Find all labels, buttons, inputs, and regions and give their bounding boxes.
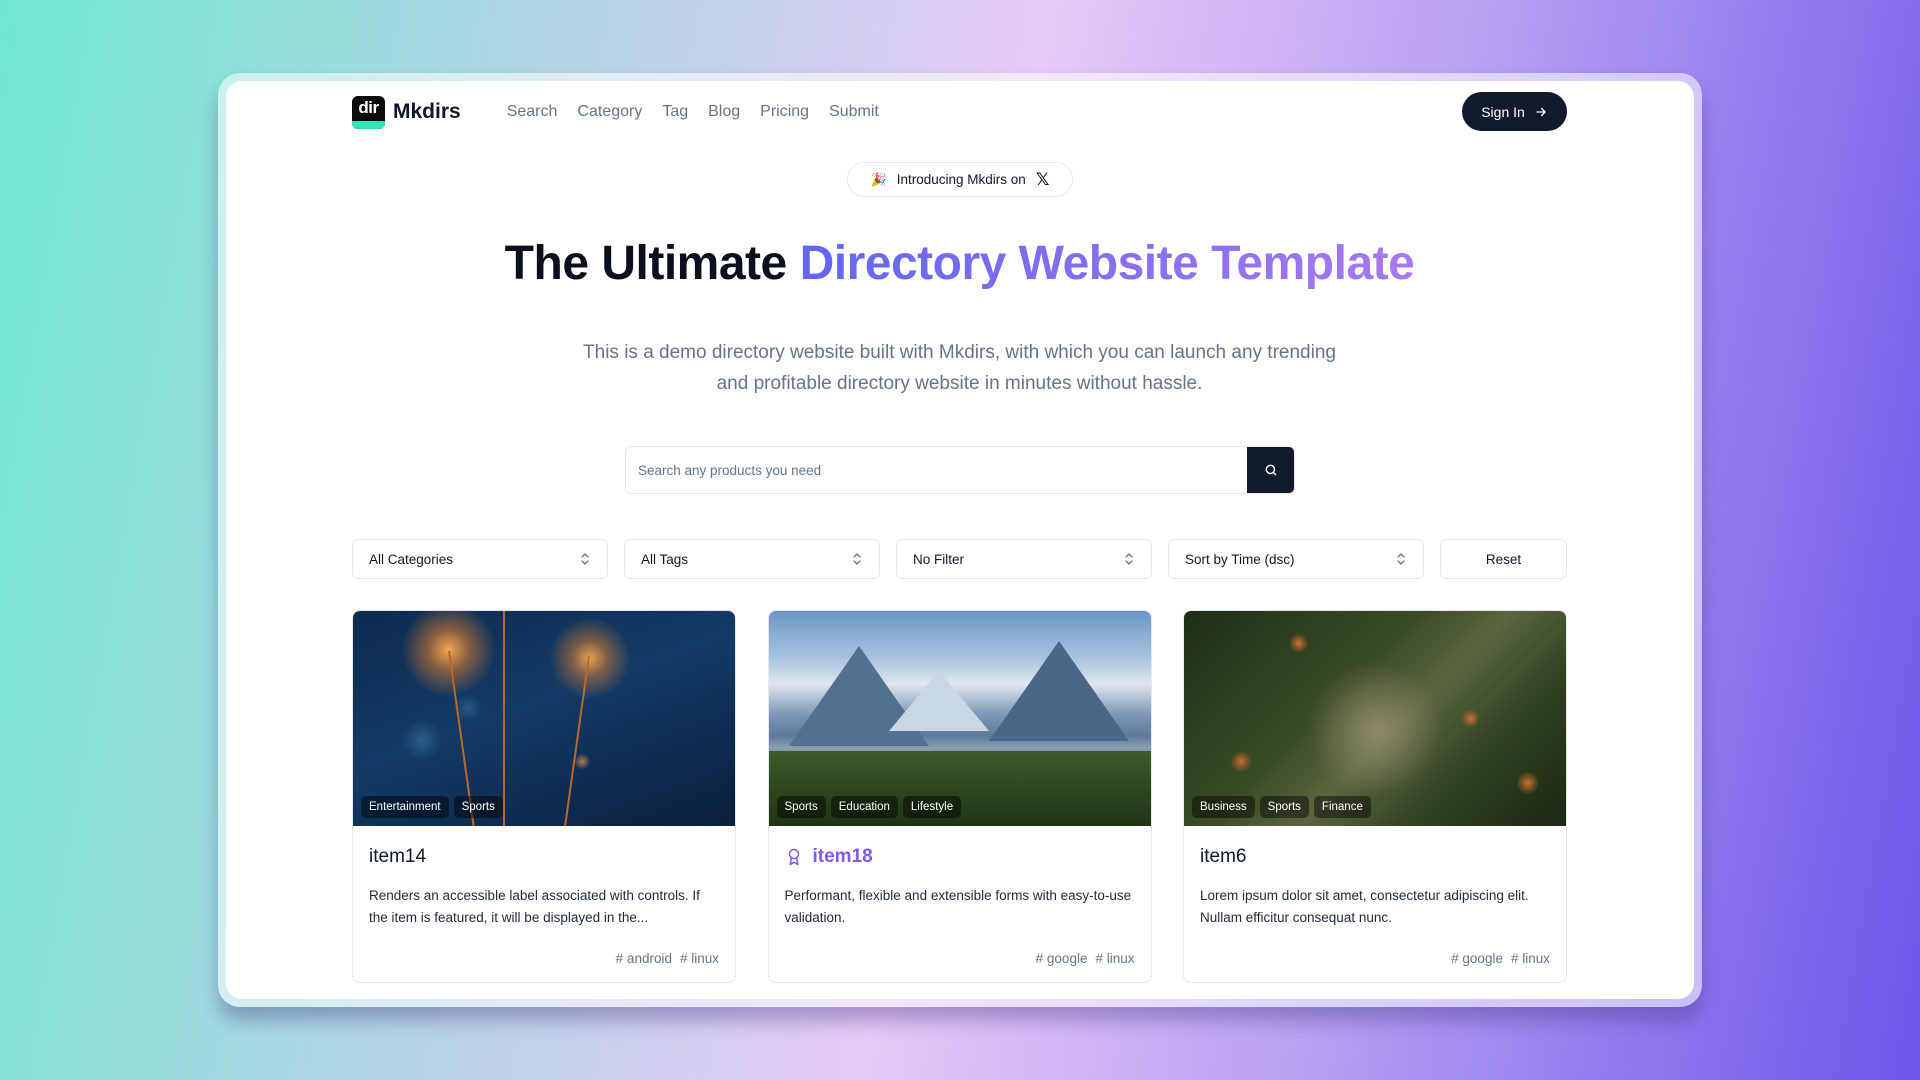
chevron-up-down-icon [1125, 553, 1133, 565]
title-plain: The Ultimate [504, 237, 800, 290]
announcement-badge[interactable]: 🎉 Introducing Mkdirs on 𝕏 [847, 162, 1073, 197]
category-chip[interactable]: Entertainment [361, 796, 449, 818]
nav-link-blog[interactable]: Blog [708, 103, 740, 121]
tag-link[interactable]: # android [616, 951, 672, 966]
sign-in-label: Sign In [1481, 103, 1525, 120]
tag-link[interactable]: # google [1451, 951, 1503, 966]
item-title[interactable]: item14 [369, 844, 719, 870]
top-navbar: dir Mkdirs Search Category Tag Blog Pric… [352, 92, 1567, 132]
category-select[interactable]: All Categories [352, 539, 608, 579]
item-image-oranges: Business Sports Finance [1184, 611, 1566, 826]
chevron-up-down-icon [581, 553, 589, 565]
item-title[interactable]: item18 [785, 844, 1135, 870]
item-description: Performant, flexible and extensible form… [784, 888, 1132, 925]
title-highlight: Directory Website Template [799, 237, 1415, 290]
category-chip[interactable]: Sports [1259, 796, 1309, 818]
party-popper-icon: 🎉 [870, 171, 887, 187]
arrow-right-icon [1536, 107, 1546, 116]
item-image-sparklers: Entertainment Sports [353, 611, 735, 826]
page-content: dir Mkdirs Search Category Tag Blog Pric… [352, 81, 1567, 999]
page-title: The Ultimate Directory Website Template [352, 236, 1567, 291]
tag-link[interactable]: # linux [1095, 951, 1134, 966]
filter-select-value: No Filter [913, 551, 965, 567]
item-tags: # android # linux [616, 951, 719, 966]
item-image-mountains: Sports Education Lifestyle [768, 611, 1151, 826]
category-chips: Entertainment Sports [361, 796, 503, 818]
filter-select[interactable]: No Filter [896, 539, 1152, 579]
category-chip[interactable]: Sports [453, 796, 503, 818]
page-window: dir Mkdirs Search Category Tag Blog Pric… [226, 81, 1694, 999]
x-logo-icon: 𝕏 [1035, 169, 1050, 189]
category-chips: Business Sports Finance [1192, 796, 1371, 818]
item-card[interactable]: Business Sports Finance item6 Lorem ipsu… [1183, 610, 1567, 983]
chevron-up-down-icon [853, 553, 861, 565]
item-description: Lorem ipsum dolor sit amet, consectetur … [1200, 888, 1529, 925]
nav-link-search[interactable]: Search [507, 103, 558, 121]
chevron-up-down-icon [1397, 553, 1405, 565]
sort-select-value: Sort by Time (dsc) [1185, 551, 1295, 567]
logo-icon: dir [352, 95, 385, 129]
mountain-decoration [988, 641, 1129, 741]
category-chip[interactable]: Sports [776, 796, 826, 818]
item-name: item18 [812, 846, 873, 867]
filter-bar: All Categories All Tags No Filter Sort b… [352, 539, 1567, 579]
browser-frame: dir Mkdirs Search Category Tag Blog Pric… [218, 73, 1702, 1007]
category-select-value: All Categories [369, 551, 454, 567]
card-body: item18 Performant, flexible and extensib… [769, 826, 1151, 929]
tag-select[interactable]: All Tags [624, 539, 880, 579]
mountain-decoration [888, 671, 989, 731]
item-tags: # google # linux [1036, 951, 1135, 966]
sort-select[interactable]: Sort by Time (dsc) [1168, 539, 1424, 579]
tag-link[interactable]: # google [1036, 951, 1088, 966]
brand-logo[interactable]: dir Mkdirs [352, 95, 461, 129]
item-card[interactable]: Entertainment Sports item14 Renders an a… [352, 610, 736, 983]
sparkler-decoration [503, 611, 505, 826]
item-grid: Entertainment Sports item14 Renders an a… [352, 610, 1567, 983]
search-icon [1265, 464, 1276, 476]
tag-link[interactable]: # linux [680, 951, 719, 966]
search-input[interactable] [626, 447, 1247, 493]
announcement-text: Introducing Mkdirs on [896, 172, 1026, 187]
category-chips: Sports Education Lifestyle [776, 796, 962, 818]
item-name: item14 [369, 846, 427, 867]
item-title[interactable]: item6 [1200, 844, 1550, 870]
sign-in-button[interactable]: Sign In [1462, 92, 1567, 131]
category-chip[interactable]: Business [1192, 796, 1255, 818]
category-chip[interactable]: Finance [1313, 796, 1371, 818]
logo-strip [352, 120, 385, 129]
hero-subtitle: This is a demo directory website built w… [583, 342, 1336, 394]
nav-link-category[interactable]: Category [577, 103, 642, 121]
logo-text: dir [358, 97, 379, 117]
nav-link-pricing[interactable]: Pricing [760, 103, 809, 121]
reset-button[interactable]: Reset [1440, 539, 1567, 579]
category-chip[interactable]: Lifestyle [902, 796, 962, 818]
item-name: item6 [1200, 846, 1247, 867]
search-button[interactable] [1247, 447, 1294, 493]
card-body: item6 Lorem ipsum dolor sit amet, consec… [1184, 826, 1566, 929]
nav-links: Search Category Tag Blog Pricing Submit [507, 103, 899, 121]
item-card-featured[interactable]: Sports Education Lifestyle item18 Perfor… [767, 610, 1152, 983]
tag-select-value: All Tags [641, 551, 689, 567]
sparkler-decoration [562, 655, 590, 826]
card-body: item14 Renders an accessible label assoc… [353, 826, 735, 929]
brand-name: Mkdirs [393, 100, 461, 123]
nav-link-tag[interactable]: Tag [662, 103, 688, 121]
item-description: Renders an accessible label associated w… [369, 888, 700, 925]
search-bar [625, 446, 1295, 494]
item-tags: # google # linux [1451, 951, 1550, 966]
nav-link-submit[interactable]: Submit [829, 103, 879, 121]
tag-link[interactable]: # linux [1511, 951, 1550, 966]
category-chip[interactable]: Education [830, 796, 898, 818]
award-icon [788, 848, 799, 866]
